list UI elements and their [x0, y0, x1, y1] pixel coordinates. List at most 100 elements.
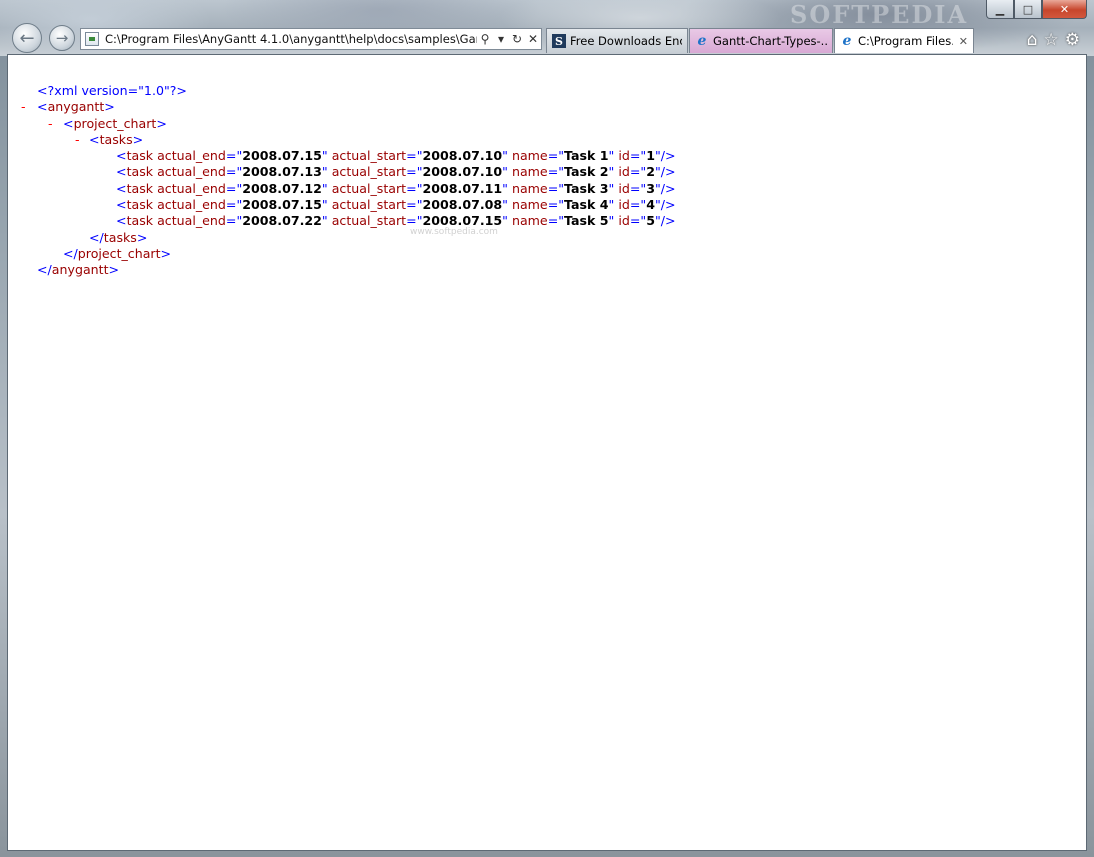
attr-punct: =" — [629, 213, 647, 229]
attr-punct: =" — [629, 180, 647, 196]
attr-punct: =" — [629, 197, 647, 213]
attr-punct: =" — [547, 213, 565, 229]
attr-punct: =" — [406, 197, 423, 213]
tag-punct: /> — [660, 180, 676, 196]
attr-punct: " — [502, 180, 512, 196]
task-element: <task actual_end="2008.07.13" actual_sta… — [116, 164, 676, 180]
close-button[interactable]: ✕ — [1042, 0, 1087, 19]
attr-punct: " — [502, 197, 512, 213]
task-element: <task actual_end="2008.07.15" actual_sta… — [116, 148, 676, 164]
task-tag-name: task — [126, 164, 158, 180]
task-tag-name: task — [126, 197, 158, 213]
tag-punct: < — [116, 164, 127, 180]
attr-punct: =" — [629, 148, 647, 164]
tab-strip: S Free Downloads Enc... e Gantt-Chart-Ty… — [546, 28, 975, 53]
attr-actual-end-name: actual_end — [157, 164, 226, 180]
minimize-button[interactable]: ▁ — [986, 0, 1014, 19]
attr-punct: =" — [225, 148, 243, 164]
back-button[interactable]: ← — [12, 23, 42, 53]
maximize-button[interactable]: □ — [1014, 0, 1042, 19]
tag-punct: < — [116, 213, 127, 229]
back-arrow-icon: ← — [19, 27, 35, 49]
attr-actual-end-value: 2008.07.15 — [242, 148, 322, 164]
anygantt-open-tag: <anygantt> — [37, 99, 115, 115]
gear-icon[interactable]: ⚙ — [1065, 30, 1080, 50]
tab-softpedia[interactable]: S Free Downloads Enc... — [546, 28, 688, 53]
attr-actual-start-name: actual_start — [331, 213, 407, 229]
tag-punct: < — [116, 197, 127, 213]
attr-name-value: Task 1 — [564, 148, 609, 164]
attr-id-value: 4 — [646, 197, 655, 213]
attr-actual-end-value: 2008.07.12 — [242, 180, 322, 196]
tab-program-files[interactable]: e C:\Program Files... ✕ — [834, 28, 974, 53]
attr-punct: =" — [547, 148, 565, 164]
favorites-star-icon[interactable]: ☆ — [1044, 30, 1059, 50]
attr-actual-start-value: 2008.07.11 — [422, 180, 503, 196]
chevron-down-icon[interactable]: ▾ — [493, 32, 509, 46]
attr-punct: " — [502, 164, 512, 180]
attr-punct: =" — [225, 197, 243, 213]
attr-punct: " — [321, 164, 332, 180]
ie-icon: e — [697, 33, 707, 49]
attr-id-value: 2 — [646, 164, 655, 180]
tag-name: project_chart — [77, 245, 161, 261]
attr-actual-end-value: 2008.07.13 — [242, 164, 322, 180]
address-url[interactable]: C:\Program Files\AnyGantt 4.1.0\anygantt… — [105, 32, 477, 46]
attr-actual-end-value: 2008.07.15 — [242, 197, 322, 213]
attr-punct: =" — [406, 164, 423, 180]
softpedia-url-watermark: www.softpedia.com — [410, 227, 498, 237]
task-element: <task actual_end="2008.07.22" actual_sta… — [116, 213, 676, 229]
search-icon[interactable]: ⚲ — [477, 32, 493, 46]
window-controls: ▁ □ ✕ — [986, 0, 1087, 20]
attr-name-name: name — [511, 180, 548, 196]
attr-punct: =" — [547, 197, 565, 213]
anygantt-close-tag: </anygantt> — [37, 262, 120, 278]
attr-name-value: Task 4 — [564, 197, 609, 213]
attr-punct: =" — [547, 164, 565, 180]
collapse-toggle[interactable]: - — [75, 132, 80, 148]
address-bar[interactable]: C:\Program Files\AnyGantt 4.1.0\anygantt… — [80, 28, 542, 50]
forward-button[interactable]: → — [49, 25, 75, 51]
collapse-toggle[interactable]: - — [48, 116, 53, 132]
tag-punct: < — [116, 148, 127, 164]
toolbar-icons: ⌂ ☆ ⚙ — [1027, 30, 1080, 50]
stop-icon[interactable]: ✕ — [525, 32, 541, 46]
attr-id-value: 1 — [646, 148, 655, 164]
tag-punct: /> — [660, 148, 676, 164]
attr-name-name: name — [511, 148, 548, 164]
collapse-toggle[interactable]: - — [21, 99, 26, 115]
tab-label: Gantt-Chart-Types-... — [713, 34, 827, 48]
xml-declaration: <?xml version="1.0"?> — [37, 83, 187, 98]
tag-punct: /> — [660, 213, 676, 229]
attr-punct: " — [502, 213, 512, 229]
tag-punct: < — [116, 180, 127, 196]
task-element: <task actual_end="2008.07.12" actual_sta… — [116, 181, 676, 197]
attr-punct: =" — [225, 164, 243, 180]
attr-actual-start-value: 2008.07.10 — [422, 164, 503, 180]
home-icon[interactable]: ⌂ — [1027, 30, 1038, 50]
tag-name: tasks — [103, 229, 137, 245]
refresh-icon[interactable]: ↻ — [509, 32, 525, 46]
attr-actual-start-value: 2008.07.08 — [422, 197, 503, 213]
tasks-close-tag: </tasks> — [89, 229, 148, 245]
softpedia-watermark: SOFTPEDIA — [790, 0, 969, 29]
attr-id-name: id — [618, 213, 630, 229]
task-tag-name: task — [126, 213, 158, 229]
attr-punct: " — [321, 180, 332, 196]
attr-punct: " — [321, 197, 332, 213]
tab-close-icon[interactable]: ✕ — [959, 35, 968, 48]
attr-actual-end-name: actual_end — [157, 180, 226, 196]
attr-name-value: Task 5 — [564, 213, 609, 229]
task-element: <task actual_end="2008.07.15" actual_sta… — [116, 197, 676, 213]
attr-name-name: name — [511, 213, 548, 229]
attr-id-value: 5 — [646, 213, 655, 229]
attr-actual-start-name: actual_start — [331, 197, 407, 213]
page-content: <?xml version="1.0"?> - <anygantt> - < pr… — [7, 54, 1087, 851]
attr-punct: " — [608, 197, 619, 213]
attr-punct: " — [608, 148, 619, 164]
attr-id-name: id — [618, 180, 630, 196]
attr-name-name: name — [511, 164, 548, 180]
attr-punct: " — [608, 180, 619, 196]
attr-name-value: Task 2 — [564, 164, 609, 180]
tab-gantt-chart-types[interactable]: e Gantt-Chart-Types-... — [689, 28, 833, 53]
